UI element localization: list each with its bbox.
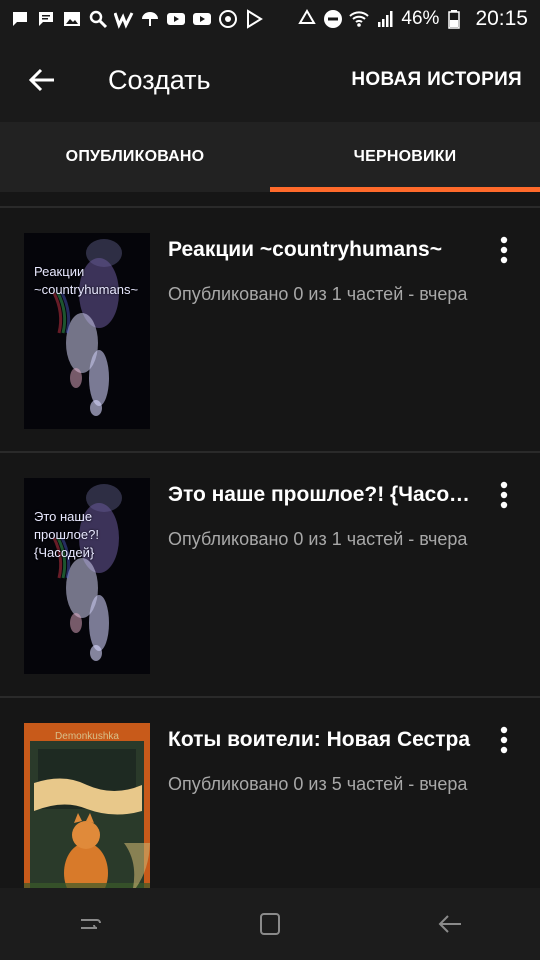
youtube-icon-2 — [192, 9, 212, 29]
image-icon — [62, 9, 82, 29]
clock: 20:15 — [475, 7, 528, 30]
more-options-button[interactable] — [490, 722, 518, 758]
recent-apps-button[interactable] — [50, 888, 130, 960]
w-app-icon — [114, 9, 134, 29]
nav-back-button[interactable] — [410, 888, 490, 960]
cover-caption: Demonkushka — [55, 731, 119, 742]
back-arrow-icon — [28, 68, 54, 92]
message-icon — [36, 9, 56, 29]
chrome-icon — [218, 9, 238, 29]
youtube-icon — [166, 9, 186, 29]
play-store-icon — [244, 9, 264, 29]
story-meta: Опубликовано 0 из 1 частей - вчера — [168, 529, 468, 549]
tab-drafts[interactable]: ЧЕРНОВИКИ — [270, 122, 540, 192]
status-bar: 46% 20:15 — [0, 0, 540, 38]
more-options-button[interactable] — [490, 232, 518, 268]
story-meta: Опубликовано 0 из 1 частей - вчера — [168, 284, 468, 304]
story-cover[interactable]: Реакции ~countryhumans~ — [24, 233, 150, 429]
story-item[interactable]: Это наше прошлое?! {Часодей} Это наше пр… — [0, 453, 540, 698]
home-icon — [260, 913, 280, 935]
back-button[interactable] — [0, 38, 84, 122]
cover-caption: Это наше прошлое?! {Часодей} — [34, 509, 99, 560]
more-vert-icon — [500, 726, 508, 754]
divider — [0, 192, 540, 208]
recycle-icon — [297, 9, 317, 29]
story-item[interactable]: Demonkushka Коты воители: Новая Сестра О… — [0, 698, 540, 888]
recent-apps-icon — [81, 919, 101, 929]
new-story-button[interactable]: НОВАЯ ИСТОРИЯ — [351, 69, 540, 91]
story-cover[interactable]: Demonkushka — [24, 723, 150, 888]
signal-icon — [375, 9, 395, 29]
story-title: Реакции ~countryhumans~ — [168, 238, 442, 261]
battery-percent: 46% — [401, 8, 440, 29]
do-not-disturb-icon — [323, 9, 343, 29]
nav-back-icon — [438, 915, 461, 933]
cover-caption: Реакции ~countryhumans~ — [34, 264, 139, 297]
story-list: Реакции ~countryhumans~ Реакции ~country… — [0, 192, 540, 888]
app-bar: Создать НОВАЯ ИСТОРИЯ — [0, 38, 540, 122]
page-title: Создать — [108, 64, 211, 95]
story-cover[interactable]: Это наше прошлое?! {Часодей} — [24, 478, 150, 674]
more-vert-icon — [500, 481, 508, 509]
tab-published[interactable]: ОПУБЛИКОВАНО — [0, 122, 270, 192]
wifi-icon — [349, 9, 370, 29]
umbrella-icon — [140, 9, 160, 29]
story-title: Коты воители: Новая Сестра — [168, 728, 471, 751]
search-icon — [88, 9, 108, 29]
story-meta: Опубликовано 0 из 5 частей - вчера — [168, 774, 468, 794]
more-vert-icon — [500, 236, 508, 264]
tab-bar: ОПУБЛИКОВАНО ЧЕРНОВИКИ — [0, 122, 540, 192]
battery-icon — [445, 9, 465, 29]
home-button[interactable] — [230, 888, 310, 960]
notification-icons — [10, 9, 264, 29]
system-nav-bar — [0, 888, 540, 960]
screen: 46% 20:15 Создать НОВАЯ ИСТОРИЯ ОПУБЛИКО… — [0, 0, 540, 960]
story-item[interactable]: Реакции ~countryhumans~ Реакции ~country… — [0, 208, 540, 453]
story-title: Это наше прошлое?! {Часодей} — [168, 483, 478, 506]
cover-art — [24, 723, 150, 888]
chat-icon — [10, 9, 30, 29]
more-options-button[interactable] — [490, 477, 518, 513]
system-icons: 46% 20:15 — [297, 7, 528, 31]
